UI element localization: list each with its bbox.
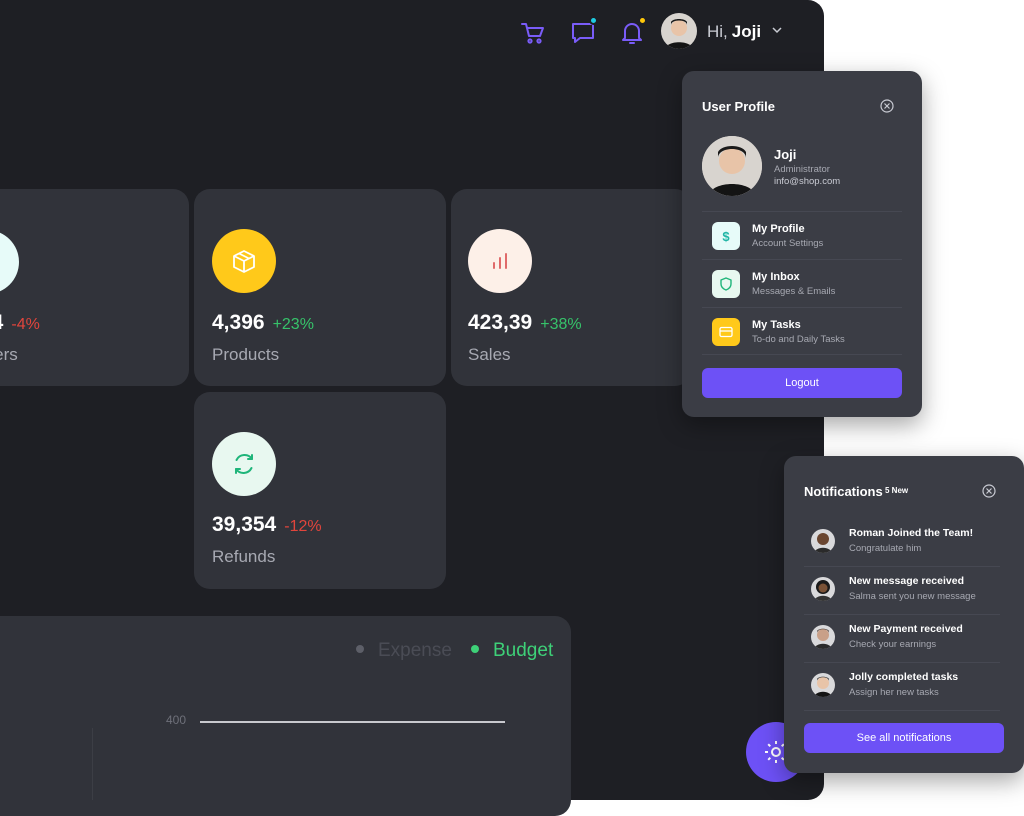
avatar <box>811 625 835 649</box>
stat-label: Sales <box>468 345 511 364</box>
box-icon <box>212 229 276 293</box>
menu-item-my-tasks[interactable]: My Tasks To-do and Daily Tasks <box>702 307 902 355</box>
menu-item-subtitle: Account Settings <box>752 238 824 249</box>
stat-value: 54-4% <box>0 311 40 335</box>
avatar <box>811 577 835 601</box>
notification-title: Roman Joined the Team! <box>849 527 974 539</box>
stat-value: 39,354 -12% <box>212 513 322 536</box>
y-tick-label: 400 <box>166 713 187 727</box>
see-all-notifications-button[interactable]: See all notifications <box>804 723 1004 753</box>
card-icon <box>712 318 740 346</box>
menu-item-title: My Profile <box>752 223 805 235</box>
stat-value: 4,396 +23% <box>212 311 314 334</box>
bell-badge <box>638 16 647 25</box>
stat-card-customers: 54-4% mers <box>0 189 189 386</box>
profile-email: info@shop.com <box>774 176 841 187</box>
stat-card-sales: 423,39 +38% Sales <box>451 189 691 386</box>
stat-change: +23% <box>272 316 314 333</box>
menu-item-title: My Inbox <box>752 271 800 283</box>
logout-button[interactable]: Logout <box>702 368 902 398</box>
notification-subtitle: Salma sent you new message <box>849 591 976 602</box>
profile-name: Joji <box>774 147 797 162</box>
chat-badge <box>589 16 598 25</box>
avatar <box>811 529 835 553</box>
new-count-badge: 5 New <box>885 486 909 495</box>
shield-icon <box>712 270 740 298</box>
legend-dot <box>471 644 479 653</box>
stat-card-products: 4,396 +23% Products <box>194 189 446 386</box>
gridline <box>200 721 505 723</box>
legend-expense[interactable]: Expense <box>356 640 452 662</box>
notification-item[interactable]: New Payment received Check your earnings <box>804 615 1000 663</box>
notification-title: New message received <box>849 575 964 587</box>
stat-label: Products <box>212 345 280 364</box>
stat-card-refunds: 39,354 -12% Refunds <box>194 392 446 589</box>
users-icon <box>0 230 19 294</box>
notification-item[interactable]: Jolly completed tasks Assign her new tas… <box>804 663 1000 711</box>
notification-subtitle: Congratulate him <box>849 543 922 554</box>
dollar-icon: $ <box>712 222 740 250</box>
profile-avatar <box>702 136 762 196</box>
stat-value: 423,39 +38% <box>468 311 582 334</box>
user-avatar[interactable] <box>661 13 697 49</box>
stat-change: +38% <box>540 316 582 333</box>
legend-label: Budget <box>493 640 554 661</box>
stat-label: mers <box>0 345 18 364</box>
legend-budget[interactable]: Budget <box>471 640 553 662</box>
notification-title: Jolly completed tasks <box>849 671 959 683</box>
user-profile-panel: User Profile Joji Administrator info@sho… <box>682 71 922 417</box>
notifications-panel: Notifications 5 New Roman Joined the Tea… <box>784 456 1024 773</box>
legend-label: Expense <box>378 640 452 661</box>
notification-subtitle: Assign her new tasks <box>849 687 939 698</box>
notification-subtitle: Check your earnings <box>849 639 937 650</box>
bar-chart-icon <box>468 229 532 293</box>
avatar <box>811 673 835 697</box>
notification-item[interactable]: Roman Joined the Team! Congratulate him <box>804 519 1000 567</box>
refresh-icon <box>212 432 276 496</box>
stat-change: -4% <box>11 316 40 333</box>
chevron-down-icon[interactable] <box>772 26 782 34</box>
menu-item-subtitle: Messages & Emails <box>752 286 836 297</box>
close-icon[interactable] <box>880 99 894 113</box>
panel-title: User Profile <box>702 99 775 114</box>
stat-label: Refunds <box>212 547 276 566</box>
panel-title: Notifications <box>804 484 883 499</box>
stat-change: -12% <box>284 518 322 535</box>
menu-item-my-inbox[interactable]: My Inbox Messages & Emails <box>702 259 902 307</box>
notification-item[interactable]: New message received Salma sent you new … <box>804 567 1000 615</box>
user-name: Joji <box>731 22 762 41</box>
menu-item-title: My Tasks <box>752 319 801 331</box>
cart-icon[interactable] <box>520 20 546 46</box>
greeting-text: Hi, <box>707 22 728 41</box>
notification-title: New Payment received <box>849 623 963 635</box>
close-icon[interactable] <box>982 484 996 498</box>
user-greeting[interactable]: Hi, Joji <box>707 22 761 42</box>
menu-item-subtitle: To-do and Daily Tasks <box>752 334 845 345</box>
legend-dot <box>356 644 364 653</box>
axis-line <box>92 728 93 800</box>
menu-item-my-profile[interactable]: $ My Profile Account Settings <box>702 211 902 259</box>
profile-role: Administrator <box>774 164 830 175</box>
